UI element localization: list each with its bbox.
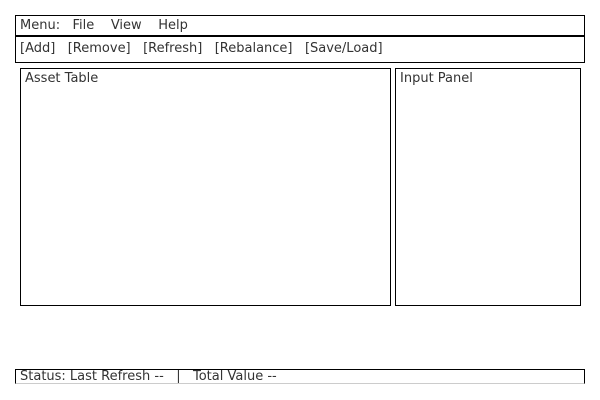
input-panel: Input Panel [395,68,581,306]
menu-item-view[interactable]: View [111,18,142,33]
input-panel-title: Input Panel [400,71,473,86]
menu-bar: Menu: File View Help [15,15,585,36]
refresh-button[interactable]: [Refresh] [143,41,202,56]
asset-table-title: Asset Table [25,71,99,86]
asset-table-panel: Asset Table [20,68,391,306]
remove-button[interactable]: [Remove] [68,41,131,56]
status-separator: | [176,369,181,384]
menu-prefix-label: Menu: [20,18,61,33]
status-total-value: Total Value -- [193,369,277,384]
rebalance-button[interactable]: [Rebalance] [215,41,293,56]
toolbar: [Add] [Remove] [Refresh] [Rebalance] [Sa… [15,36,585,63]
add-button[interactable]: [Add] [20,41,55,56]
menu-item-help[interactable]: Help [158,18,188,33]
save-load-button[interactable]: [Save/Load] [305,41,383,56]
status-last-refresh: Status: Last Refresh -- [20,369,164,384]
status-bar: Status: Last Refresh -- | Total Value -- [15,369,585,384]
menu-item-file[interactable]: File [73,18,95,33]
